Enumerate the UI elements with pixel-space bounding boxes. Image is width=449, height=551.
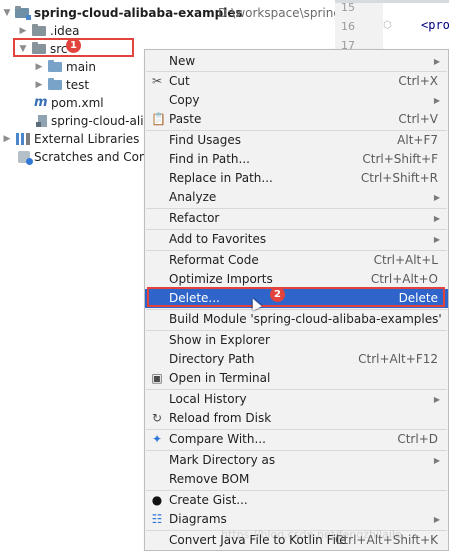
menu-item-label: Reload from Disk [169,411,272,425]
menu-item-label: Compare With... [169,432,266,446]
menu-item-label: Find in Path... [169,152,250,166]
tree-label: External Libraries [34,132,140,146]
submenu-arrow-icon: ▶ [433,515,440,524]
menu-item-label: New [169,54,196,68]
menu-item-show-in-explorer[interactable]: Show in Explorer [145,331,448,350]
menu-item-remove-bom[interactable]: Remove BOM [145,470,448,489]
menu-item-label: Build Module 'spring-cloud-alibaba-examp… [169,312,442,326]
menu-item-analyze[interactable]: Analyze ▶ [145,188,448,207]
collapse-arrow-icon[interactable]: ▶ [2,130,12,148]
menu-item-label: Paste [169,112,202,126]
folder-icon [32,24,46,36]
menu-item-label: Add to Favorites [169,232,267,246]
module-folder-icon [15,6,31,20]
submenu-arrow-icon: ▶ [433,214,440,223]
menu-item-label: Copy [169,93,200,107]
editor-gutter: 15 16 17 [335,0,383,52]
menu-item-shortcut: Ctrl+D [397,432,438,446]
maven-icon: m [34,95,48,110]
test-folder-icon [48,78,62,90]
menu-item-mark-directory-as[interactable]: Mark Directory as ▶ [145,451,448,470]
submenu-arrow-icon: ▶ [433,57,440,66]
menu-item-find-in-path[interactable]: Find in Path... Ctrl+Shift+F [145,150,448,169]
menu-item-copy[interactable]: Copy ▶ [145,91,448,110]
menu-item-label: Reformat Code [169,253,259,267]
tree-label: test [66,78,90,92]
github-icon: ● [151,493,163,507]
menu-item-shortcut: Ctrl+Alt+F12 [358,352,438,366]
menu-item-shortcut: Ctrl+X [398,74,438,88]
tree-label: pom.xml [51,96,104,110]
menu-item-label: Local History [169,392,247,406]
menu-item-label: Create Gist... [169,493,248,507]
menu-item-open-in-terminal[interactable]: ▣ Open in Terminal [145,369,448,388]
menu-item-replace-in-path[interactable]: Replace in Path... Ctrl+Shift+R [145,169,448,188]
module-file-icon [36,115,47,127]
menu-item-shortcut: Ctrl+Shift+R [360,171,438,185]
diagram-icon: ☷ [151,512,163,526]
menu-item-label: Replace in Path... [169,171,273,185]
watermark: https://blog.csdn.net/fengzhilaile [221,528,402,541]
menu-item-create-gist[interactable]: ● Create Gist... [145,491,448,510]
library-icon [16,133,30,145]
scissors-icon: ✂ [151,74,163,88]
menu-item-label: Refactor [169,211,220,225]
menu-item-label: Cut [169,74,190,88]
submenu-arrow-icon: ▶ [433,96,440,105]
menu-item-compare-with[interactable]: ✦ Compare With... Ctrl+D [145,430,448,449]
expand-arrow-icon[interactable]: ▼ [2,4,12,22]
menu-item-label: Find Usages [169,133,242,147]
submenu-arrow-icon: ▶ [433,456,440,465]
menu-item-local-history[interactable]: Local History ▶ [145,390,448,409]
project-name: spring-cloud-alibaba-examples [34,6,243,20]
annotation-badge-2: 2 [270,287,285,302]
reload-icon: ↻ [151,411,163,425]
menu-item-build-module[interactable]: Build Module 'spring-cloud-alibaba-examp… [145,310,448,329]
menu-item-label: Show in Explorer [169,333,270,347]
menu-item-diagrams[interactable]: ☷ Diagrams ▶ [145,510,448,529]
fold-marker-icon[interactable]: ⬡ [383,20,392,31]
menu-item-reload-from-disk[interactable]: ↻ Reload from Disk [145,409,448,428]
menu-item-label: Analyze [169,190,217,204]
collapse-arrow-icon[interactable]: ▶ [34,58,44,76]
menu-item-reformat-code[interactable]: Reformat Code Ctrl+Alt+L [145,251,448,270]
menu-item-label: Diagrams [169,512,227,526]
scratches-icon [18,151,33,165]
annotation-box-delete [147,287,445,307]
menu-item-shortcut: Alt+F7 [397,133,438,147]
submenu-arrow-icon: ▶ [433,395,440,404]
editor-header-strip [335,0,449,3]
menu-item-new[interactable]: New ▶ [145,52,448,71]
annotation-badge-1: 1 [66,38,81,53]
menu-item-directory-path[interactable]: Directory Path Ctrl+Alt+F12 [145,350,448,369]
menu-item-find-usages[interactable]: Find Usages Alt+F7 [145,131,448,150]
submenu-arrow-icon: ▶ [433,235,440,244]
editor-pane[interactable]: 15 16 17 ⬡ <pro [335,0,449,52]
menu-item-label: Remove BOM [169,472,250,486]
submenu-arrow-icon: ▶ [433,193,440,202]
terminal-icon: ▣ [151,371,163,385]
menu-item-shortcut: Ctrl+V [398,112,438,126]
menu-item-label: Open in Terminal [169,371,271,385]
clipboard-icon: 📋 [151,112,166,126]
menu-item-cut[interactable]: ✂ Cut Ctrl+X [145,72,448,91]
menu-item-shortcut: Ctrl+Shift+F [362,152,438,166]
menu-item-shortcut: Ctrl+Alt+L [373,253,438,267]
tree-label: main [66,60,96,74]
collapse-arrow-icon[interactable]: ▶ [34,76,44,94]
code-fragment: <pro [421,18,449,32]
source-folder-icon [48,60,62,72]
menu-item-refactor[interactable]: Refactor ▶ [145,209,448,228]
menu-item-paste[interactable]: 📋 Paste Ctrl+V [145,110,448,129]
menu-item-label: Mark Directory as [169,453,276,467]
compare-icon: ✦ [151,432,163,446]
menu-item-add-to-favorites[interactable]: Add to Favorites ▶ [145,230,448,249]
menu-item-label: Directory Path [169,352,255,366]
line-number: 16 [341,20,355,33]
